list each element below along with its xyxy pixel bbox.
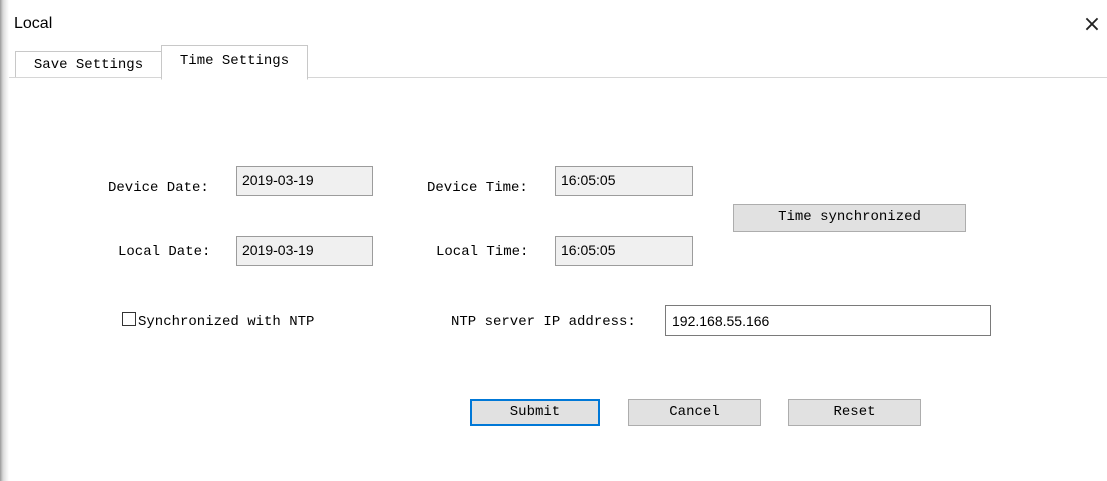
local-date-field: 2019-03-19 (236, 236, 373, 266)
device-date-field: 2019-03-19 (236, 166, 373, 196)
reset-button[interactable]: Reset (788, 399, 921, 426)
tab-strip: Save Settings Time Settings (9, 44, 1107, 80)
background-window-edge (0, 0, 9, 481)
dialog-title: Local (14, 15, 53, 32)
tab-time-settings[interactable]: Time Settings (161, 45, 308, 80)
tab-save-settings[interactable]: Save Settings (15, 51, 162, 78)
ntp-server-ip-input[interactable] (665, 305, 991, 336)
local-time-label: Local Time: (436, 244, 529, 260)
local-date-label: Local Date: (118, 244, 211, 260)
device-time-field: 16:05:05 (555, 166, 693, 196)
time-synchronized-button[interactable]: Time synchronized (733, 204, 966, 232)
cancel-button[interactable]: Cancel (628, 399, 761, 426)
close-icon[interactable]: × (1077, 10, 1107, 40)
ntp-server-ip-label: NTP server IP address: (451, 314, 636, 330)
ntp-sync-checkbox[interactable] (122, 312, 136, 326)
dialog-titlebar: Local × (9, 0, 1107, 44)
local-time-field: 16:05:05 (555, 236, 693, 266)
device-date-label: Device Date: (108, 180, 209, 196)
device-time-label: Device Time: (427, 180, 528, 196)
submit-button[interactable]: Submit (470, 399, 600, 426)
ntp-sync-label[interactable]: Synchronized with NTP (138, 314, 314, 330)
time-settings-panel: Device Date: 2019-03-19 Device Time: 16:… (9, 78, 1107, 481)
